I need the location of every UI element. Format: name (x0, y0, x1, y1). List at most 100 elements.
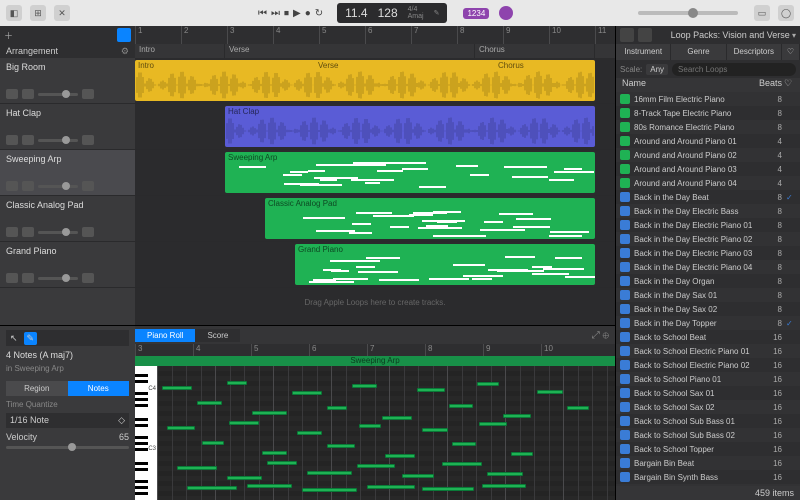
midi-note[interactable] (297, 431, 322, 435)
browser-tab[interactable]: Genre (671, 44, 726, 60)
midi-note[interactable] (227, 476, 262, 480)
pencil-tool-icon[interactable]: ✎ (24, 332, 38, 345)
col-name[interactable]: Name (622, 78, 646, 92)
midi-note[interactable] (262, 451, 287, 455)
editor-tab[interactable]: Piano Roll (135, 329, 195, 342)
col-fav-icon[interactable]: ♡ (782, 78, 794, 92)
timeline[interactable]: 1234567891011 IntroVerseChorus IntroVers… (135, 26, 615, 325)
midi-note[interactable] (503, 414, 531, 418)
midi-note[interactable] (382, 416, 412, 420)
loop-item[interactable]: Back to School Topper16 (616, 442, 800, 456)
track-header[interactable]: Hat Clap (0, 104, 135, 150)
loop-item[interactable]: Back to School Sax 0116 (616, 386, 800, 400)
region[interactable]: Hat Clap (225, 106, 595, 147)
midi-note[interactable] (292, 391, 322, 395)
note-grid[interactable] (157, 366, 615, 500)
forward-button[interactable]: ⏭ (271, 8, 280, 19)
midi-note[interactable] (247, 484, 292, 488)
loop-item[interactable]: Back to School Sub Bass 0216 (616, 428, 800, 442)
favorite-icon[interactable]: ✓ (786, 193, 796, 202)
editor-tab[interactable]: Score (195, 329, 240, 342)
headphone-icon[interactable] (82, 135, 94, 145)
loop-item[interactable]: Around and Around Piano 034 (616, 162, 800, 176)
controls-icon[interactable]: ⊞ (30, 5, 46, 21)
midi-note[interactable] (449, 404, 473, 408)
midi-note[interactable] (197, 401, 222, 405)
arrangement-marker[interactable]: Chorus (475, 44, 595, 58)
midi-note[interactable] (267, 461, 297, 465)
track-volume-slider[interactable] (38, 185, 78, 188)
notepad-icon[interactable]: ▭ (754, 5, 770, 21)
library-icon[interactable]: ◧ (6, 5, 22, 21)
add-track-button[interactable]: ＋ (4, 29, 13, 42)
loop-item[interactable]: Back in the Day Electric Bass8 (616, 204, 800, 218)
track-header[interactable]: Grand Piano (0, 242, 135, 288)
cycle-button[interactable]: ↻ (315, 8, 323, 19)
midi-note[interactable] (487, 472, 523, 476)
midi-note[interactable] (402, 474, 434, 478)
midi-note[interactable] (422, 487, 474, 491)
mute-button[interactable] (6, 273, 18, 283)
pointer-tool-icon[interactable]: ↖ (10, 333, 18, 344)
inspector-tab[interactable]: Region (6, 381, 68, 396)
midi-note[interactable] (359, 424, 381, 428)
solo-button[interactable] (22, 89, 34, 99)
browser-tab[interactable]: Descriptors (727, 44, 782, 60)
solo-button[interactable] (22, 135, 34, 145)
piano-ruler[interactable]: 345678910 (135, 344, 615, 356)
midi-note[interactable] (422, 428, 448, 432)
midi-note[interactable] (252, 411, 287, 415)
mute-button[interactable] (6, 135, 18, 145)
headphone-icon[interactable] (82, 181, 94, 191)
mute-button[interactable] (6, 89, 18, 99)
count-badge[interactable]: 1234 (463, 8, 489, 19)
loop-item[interactable]: Back in the Day Electric Piano 018 (616, 218, 800, 232)
favorites-tab[interactable]: ♡ (782, 44, 800, 60)
midi-note[interactable] (452, 442, 476, 446)
track-volume-slider[interactable] (38, 139, 78, 142)
midi-note[interactable] (229, 421, 259, 425)
midi-note[interactable] (167, 426, 195, 430)
midi-note[interactable] (352, 384, 377, 388)
arrangement-marker[interactable]: Verse (225, 44, 475, 58)
region[interactable]: Sweeping Arp (225, 152, 595, 193)
region[interactable]: Grand Piano (295, 244, 595, 285)
mute-button[interactable] (6, 227, 18, 237)
loop-item[interactable]: Back in the Day Electric Piano 028 (616, 232, 800, 246)
midi-note[interactable] (327, 444, 355, 448)
loop-browser-icon[interactable]: ◯ (778, 5, 794, 21)
loop-item[interactable]: Back to School Sax 0216 (616, 400, 800, 414)
stop-button[interactable]: ⏹ (284, 8, 289, 19)
arrangement-markers[interactable]: IntroVerseChorus (135, 44, 615, 58)
loop-item[interactable]: Back to School Electric Piano 0116 (616, 344, 800, 358)
midi-note[interactable] (162, 386, 192, 390)
midi-note[interactable] (511, 452, 533, 456)
lcd-display[interactable]: 11.4 128 4/4 Amaj ✎ (337, 3, 447, 23)
quantize-select[interactable]: 1/16 Note◇ (6, 413, 129, 428)
loop-item[interactable]: Back to School Piano 0116 (616, 372, 800, 386)
edit-icon[interactable]: ✎ (434, 9, 440, 17)
search-input[interactable] (672, 63, 796, 76)
column-view-icon[interactable] (638, 28, 652, 42)
midi-note[interactable] (367, 485, 415, 489)
track-lane[interactable]: Sweeping Arp (135, 150, 615, 196)
midi-note[interactable] (479, 422, 507, 426)
loop-list[interactable]: 16mm Film Electric Piano88-Track Tape El… (616, 92, 800, 486)
midi-note[interactable] (477, 382, 499, 386)
solo-button[interactable] (22, 181, 34, 191)
favorite-icon[interactable]: ✓ (786, 319, 796, 328)
master-volume-slider[interactable] (638, 11, 738, 15)
loop-item[interactable]: Back to School Sub Bass 0116 (616, 414, 800, 428)
rewind-button[interactable]: ⏮ (258, 8, 267, 19)
mute-button[interactable] (6, 181, 18, 191)
headphone-icon[interactable] (82, 89, 94, 99)
midi-note[interactable] (442, 462, 482, 466)
solo-button[interactable] (22, 273, 34, 283)
loop-item[interactable]: Back in the Day Organ8 (616, 274, 800, 288)
user-icon[interactable] (499, 6, 513, 20)
loop-pack-select[interactable]: Vision and Verse (722, 30, 789, 40)
loop-item[interactable]: Around and Around Piano 024 (616, 148, 800, 162)
loop-item[interactable]: 80s Romance Electric Piano8 (616, 120, 800, 134)
loop-view-icon[interactable] (620, 28, 634, 42)
midi-note[interactable] (202, 441, 224, 445)
